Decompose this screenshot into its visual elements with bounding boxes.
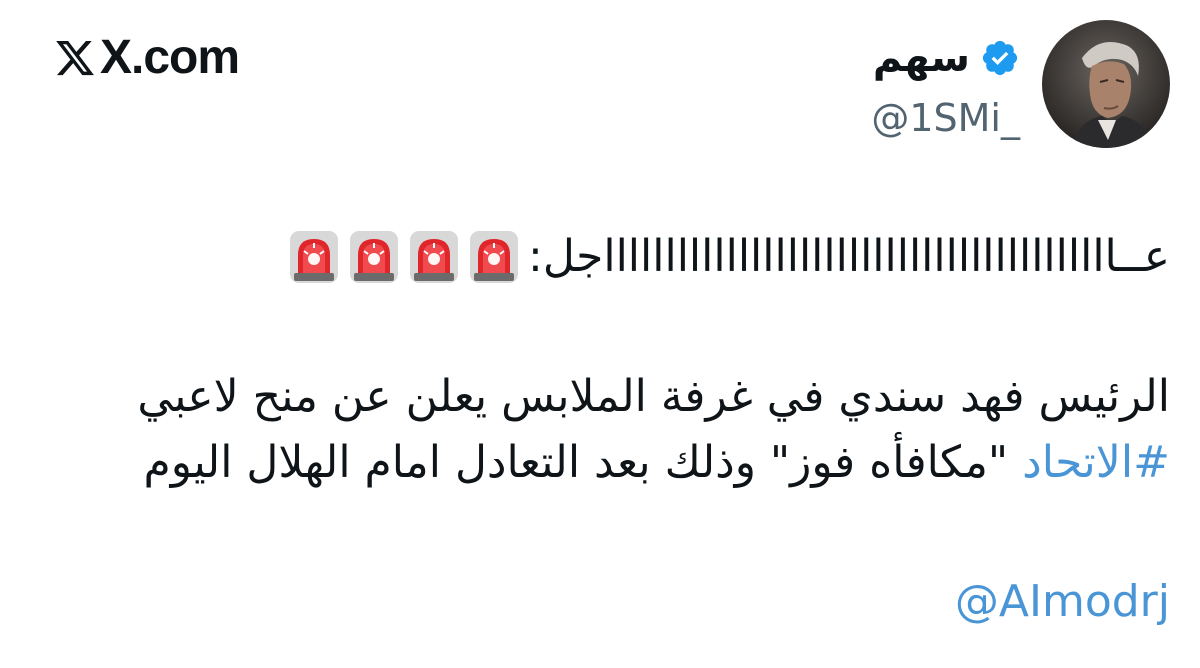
breaking-line: عــااااااااااااااااااااااااااااااااااااا… bbox=[60, 222, 1170, 292]
siren-icon bbox=[470, 231, 518, 283]
siren-icon bbox=[410, 231, 458, 283]
paragraph-line2: "مكافأه فوز" وذلك بعد التعادل امام الهلا… bbox=[143, 437, 1023, 488]
brand-label: X.com bbox=[100, 31, 240, 84]
tweet-author: سهم @1SMi_ bbox=[871, 20, 1170, 148]
avatar[interactable] bbox=[1042, 20, 1170, 148]
breaking-text: عــااااااااااااااااااااااااااااااااااااا… bbox=[528, 231, 1170, 282]
siren-icon bbox=[350, 231, 398, 283]
verified-badge-icon bbox=[982, 40, 1018, 76]
tweet-body: عــااااااااااااااااااااااااااااااااااااا… bbox=[60, 222, 1170, 630]
hashtag-link[interactable]: #الاتحاد bbox=[1022, 437, 1170, 488]
x-logo-icon bbox=[56, 40, 94, 76]
tweet-paragraph: الرئيس فهد سندي في غرفة الملابس يعلن عن … bbox=[60, 364, 1170, 496]
paragraph-line1: الرئيس فهد سندي في غرفة الملابس يعلن عن … bbox=[137, 371, 1170, 422]
siren-icon bbox=[290, 231, 338, 283]
mention-link[interactable]: @AImodrj bbox=[60, 574, 1170, 630]
display-name[interactable]: سهم bbox=[873, 30, 970, 86]
name-row: سهم bbox=[873, 26, 1020, 90]
x-brand[interactable]: X.com bbox=[54, 30, 240, 86]
author-handle[interactable]: @1SMi_ bbox=[871, 94, 1020, 142]
author-meta: سهم @1SMi_ bbox=[871, 26, 1020, 142]
